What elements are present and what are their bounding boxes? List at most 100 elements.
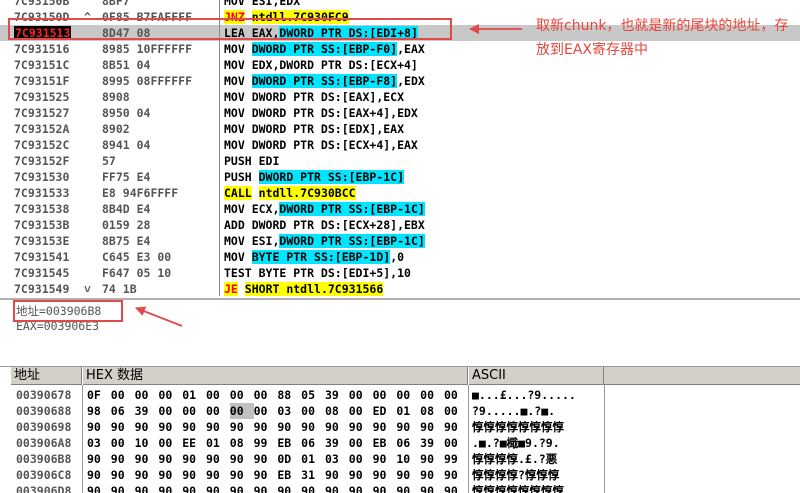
dump-byte[interactable]: 99 bbox=[444, 451, 468, 467]
dump-header-ascii[interactable]: ASCII bbox=[468, 367, 604, 385]
dump-byte[interactable]: 39 bbox=[420, 435, 444, 451]
dump-byte[interactable]: ED bbox=[373, 403, 397, 419]
dump-byte[interactable]: EB bbox=[277, 435, 301, 451]
disasm-row[interactable]: 7C931549 ˅ 74 1B JE SHORT ntdll.7C931566 bbox=[0, 281, 800, 296]
dump-byte[interactable]: 90 bbox=[135, 419, 159, 435]
dump-byte[interactable]: 90 bbox=[182, 483, 206, 493]
dump-byte[interactable]: 90 bbox=[87, 451, 111, 467]
dump-byte[interactable]: EE bbox=[182, 435, 206, 451]
dump-byte[interactable]: 90 bbox=[349, 467, 373, 483]
dump-byte[interactable]: 00 bbox=[158, 387, 182, 403]
dump-byte[interactable]: 90 bbox=[254, 483, 278, 493]
dump-byte[interactable]: 00 bbox=[158, 435, 182, 451]
dump-byte[interactable]: 90 bbox=[325, 483, 349, 493]
dump-byte[interactable]: 00 bbox=[135, 387, 159, 403]
disasm-row[interactable]: 7C93152C 8941 04 MOV DWORD PTR DS:[ECX+4],… bbox=[0, 137, 800, 153]
dump-byte[interactable]: 06 bbox=[396, 435, 420, 451]
dump-byte[interactable]: 90 bbox=[254, 451, 278, 467]
dump-byte[interactable]: 08 bbox=[420, 403, 444, 419]
dump-byte[interactable]: 01 bbox=[182, 387, 206, 403]
dump-byte[interactable]: 90 bbox=[158, 483, 182, 493]
dump-byte[interactable]: 39 bbox=[135, 403, 159, 419]
disasm-row[interactable]: 7C93151F 8995 08FFFFFF MOV DWORD PTR SS:[E… bbox=[0, 73, 800, 89]
dump-byte[interactable]: 90 bbox=[396, 483, 420, 493]
dump-byte[interactable]: 90 bbox=[206, 467, 230, 483]
dump-byte[interactable]: 00 bbox=[396, 387, 420, 403]
dump-byte[interactable]: 01 bbox=[206, 435, 230, 451]
dump-byte[interactable]: 00 bbox=[349, 451, 373, 467]
dump-byte[interactable]: 00 bbox=[206, 403, 230, 419]
dump-byte[interactable]: 00 bbox=[229, 403, 254, 419]
dump-byte[interactable]: 90 bbox=[182, 467, 206, 483]
dump-byte[interactable]: 01 bbox=[396, 403, 420, 419]
dump-byte[interactable]: 90 bbox=[111, 451, 135, 467]
dump-byte[interactable]: 90 bbox=[206, 483, 230, 493]
dump-byte[interactable]: 90 bbox=[87, 483, 111, 493]
dump-byte[interactable]: 05 bbox=[301, 387, 325, 403]
dump-byte[interactable]: 90 bbox=[373, 467, 397, 483]
info-pane[interactable]: 地址=003906B8 EAX=003906E3 bbox=[0, 298, 800, 366]
dump-byte[interactable]: 00 bbox=[254, 403, 278, 419]
dump-header-hex[interactable]: HEX 数据 bbox=[82, 367, 468, 385]
dump-byte[interactable]: 31 bbox=[301, 467, 325, 483]
dump-byte[interactable]: 00 bbox=[420, 387, 444, 403]
dump-byte[interactable]: 90 bbox=[420, 483, 444, 493]
dump-byte[interactable]: 90 bbox=[111, 419, 135, 435]
dump-byte[interactable]: 00 bbox=[111, 435, 135, 451]
dump-byte[interactable]: 90 bbox=[230, 483, 254, 493]
dump-byte[interactable]: 90 bbox=[87, 419, 111, 435]
dump-byte[interactable]: 90 bbox=[301, 419, 325, 435]
dump-byte[interactable]: 10 bbox=[396, 451, 420, 467]
dump-byte[interactable]: 90 bbox=[158, 451, 182, 467]
disasm-row[interactable]: 7C93153E 8B75 E4 MOV ESI,DWORD PTR SS:[EBP… bbox=[0, 233, 800, 249]
dump-byte[interactable]: 90 bbox=[135, 451, 159, 467]
dump-byte[interactable]: 90 bbox=[373, 419, 397, 435]
dump-byte[interactable]: 90 bbox=[277, 483, 301, 493]
dump-byte[interactable]: 00 bbox=[349, 387, 373, 403]
dump-byte[interactable]: 90 bbox=[420, 419, 444, 435]
dump-byte[interactable]: 90 bbox=[373, 451, 397, 467]
dump-byte[interactable]: 90 bbox=[396, 467, 420, 483]
dump-byte[interactable]: 0F bbox=[87, 387, 111, 403]
dump-byte[interactable]: 98 bbox=[87, 403, 111, 419]
dump-byte[interactable]: 90 bbox=[158, 419, 182, 435]
dump-byte[interactable]: 90 bbox=[277, 419, 301, 435]
disasm-row[interactable]: 7C931545 F647 05 10 TEST BYTE PTR DS:[EDI+… bbox=[0, 265, 800, 281]
dump-row[interactable]: 003906D8 90 90 90 90 90 90 90 90 90 90 90 90 90 90 90 90… bbox=[0, 483, 800, 493]
dump-byte[interactable]: 00 bbox=[444, 387, 468, 403]
dump-byte[interactable]: 00 bbox=[111, 387, 135, 403]
dump-byte[interactable]: 01 bbox=[301, 451, 325, 467]
dump-row[interactable]: 00390688 98 06 39 00 00 00 00 00 03 00 08 00 ED 01 08 00… bbox=[0, 403, 800, 419]
dump-byte[interactable]: 00 bbox=[230, 387, 254, 403]
dump-byte[interactable]: 90 bbox=[444, 467, 468, 483]
disasm-row[interactable]: 7C931530 FF75 E4 PUSH DWORD PTR SS:[EBP-1C… bbox=[0, 169, 800, 185]
dump-byte[interactable]: 00 bbox=[158, 403, 182, 419]
dump-byte[interactable]: 90 bbox=[230, 451, 254, 467]
dump-byte[interactable]: 00 bbox=[301, 403, 325, 419]
disasm-row[interactable]: 7C93153B 0159 28 ADD DWORD PTR DS:[ECX+28]… bbox=[0, 217, 800, 233]
dump-byte[interactable]: 90 bbox=[182, 419, 206, 435]
dump-byte[interactable]: 00 bbox=[373, 387, 397, 403]
dump-byte[interactable]: 90 bbox=[301, 483, 325, 493]
dump-byte[interactable]: 00 bbox=[182, 403, 206, 419]
dump-row[interactable]: 003906A8 03 00 10 00 EE 01 08 99 EB 06 39 00 EB 06 39 00… bbox=[0, 435, 800, 451]
dump-byte[interactable]: 90 bbox=[111, 467, 135, 483]
dump-byte[interactable]: 90 bbox=[230, 467, 254, 483]
dump-byte[interactable]: 90 bbox=[325, 467, 349, 483]
dump-byte[interactable]: 90 bbox=[87, 467, 111, 483]
dump-byte[interactable]: 90 bbox=[420, 451, 444, 467]
dump-byte[interactable]: 00 bbox=[444, 435, 468, 451]
dump-header-address[interactable]: 地址 bbox=[10, 367, 82, 385]
dump-byte[interactable]: 03 bbox=[87, 435, 111, 451]
dump-row[interactable]: 003906B8 90 90 90 90 90 90 90 90 0D 01 03 00 90 10 90 99… bbox=[0, 451, 800, 467]
dump-byte[interactable]: 90 bbox=[444, 419, 468, 435]
dump-byte[interactable]: 90 bbox=[111, 483, 135, 493]
dump-byte[interactable]: 90 bbox=[158, 467, 182, 483]
disasm-row[interactable]: 7C93152A 8902 MOV DWORD PTR DS:[EDX],EAX bbox=[0, 121, 800, 137]
dump-byte[interactable]: 08 bbox=[230, 435, 254, 451]
dump-byte[interactable]: 90 bbox=[135, 483, 159, 493]
disassembly-pane[interactable]: 7C93150B 8BF7 MOV ESI,EDX 7C93150D ^ 0F85 B7F… bbox=[0, 0, 800, 296]
dump-byte[interactable]: 90 bbox=[206, 419, 230, 435]
dump-byte[interactable]: 03 bbox=[325, 451, 349, 467]
dump-byte[interactable]: 00 bbox=[206, 387, 230, 403]
